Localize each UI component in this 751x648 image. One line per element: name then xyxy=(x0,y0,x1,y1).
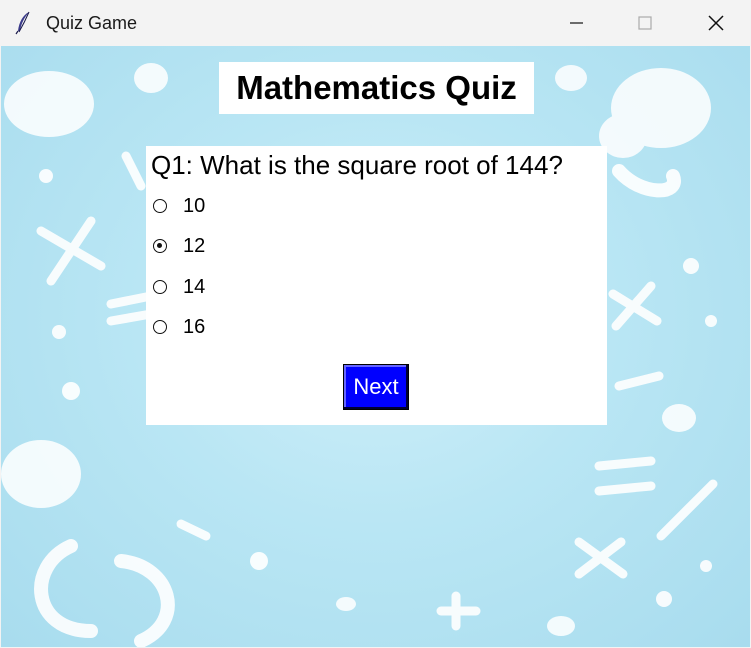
radio-button-icon[interactable] xyxy=(153,280,167,294)
answer-option-14[interactable]: 14 xyxy=(153,272,205,302)
minimize-button[interactable] xyxy=(546,0,606,46)
close-button[interactable] xyxy=(686,0,746,46)
answer-option-label: 10 xyxy=(183,194,206,217)
quiz-window: Quiz Game Mathematics Quiz Q1: What is t… xyxy=(0,0,751,648)
maximize-icon xyxy=(638,16,652,30)
answer-option-label: 14 xyxy=(183,275,206,298)
next-button[interactable]: Next xyxy=(343,364,409,410)
answer-option-16[interactable]: 16 xyxy=(153,312,205,342)
answer-option-label: 12 xyxy=(183,234,206,257)
answer-option-label: 16 xyxy=(183,315,206,338)
feather-icon xyxy=(15,11,30,35)
window-title: Quiz Game xyxy=(46,13,138,33)
radio-button-icon[interactable] xyxy=(153,199,167,213)
maximize-button[interactable] xyxy=(615,0,675,46)
answer-option-10[interactable]: 10 xyxy=(153,191,205,221)
question-panel: Q1: What is the square root of 144? 10 1… xyxy=(146,146,607,425)
title-bar[interactable]: Quiz Game xyxy=(0,0,751,46)
radio-button-icon[interactable] xyxy=(153,320,167,334)
radio-button-checked-icon[interactable] xyxy=(153,239,167,253)
page-title: Mathematics Quiz xyxy=(219,62,534,114)
quiz-canvas: Mathematics Quiz Q1: What is the square … xyxy=(1,46,750,647)
minimize-icon xyxy=(570,22,583,24)
close-icon xyxy=(708,15,724,31)
question-text: Q1: What is the square root of 144? xyxy=(151,150,563,180)
answer-option-12[interactable]: 12 xyxy=(153,231,205,261)
